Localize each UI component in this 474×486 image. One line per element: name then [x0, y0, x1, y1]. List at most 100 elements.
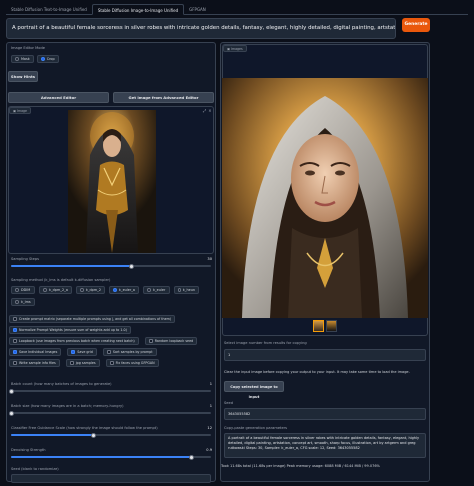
radio-dot-icon [15, 57, 19, 61]
save-grid-checkbox[interactable]: Save grid [67, 348, 97, 356]
sorceress-input-picture [68, 110, 156, 253]
sampler-label: k_dpm_2_a [49, 288, 68, 292]
tab-img2img[interactable]: Stable Diffusion Image-to-Image Unified [91, 4, 185, 15]
checkbox-label: Loopback (use images from previous batch… [19, 339, 135, 343]
checkbox-box [13, 317, 17, 321]
checkbox-box [69, 361, 74, 365]
checkbox-label: Normalize Prompt Weights (ensure sum of … [19, 328, 127, 332]
show-hints-button[interactable]: Show Hints [8, 71, 38, 82]
denoising-thumb[interactable] [188, 454, 194, 460]
sampling-steps-fill [11, 265, 131, 267]
select-image-input[interactable]: 1 [224, 349, 426, 361]
clear-note: Clear the input image before copying you… [224, 370, 410, 374]
checkbox-box [109, 361, 114, 365]
sampling-steps-value[interactable]: 30 [196, 257, 212, 261]
seed-output[interactable]: 3643055582 [224, 408, 426, 420]
sampler-k-dpm-2-a[interactable]: k_dpm_2_a [39, 286, 72, 294]
checkbox-label: Write sample info files [19, 361, 56, 365]
output-image[interactable] [222, 78, 428, 318]
thumbnail-2[interactable] [326, 320, 337, 332]
sampler-label: k_euler [153, 288, 166, 292]
cfg-scale-label: Classifier Free Guidance Scale (how stro… [11, 426, 158, 430]
mode-crop-label: Crop [46, 57, 55, 61]
jpg-samples-checkbox[interactable]: jpg samples [65, 359, 100, 367]
gfpgan-checkbox[interactable]: Fix faces using GFPGAN [105, 359, 159, 367]
sampler-k-heun[interactable]: k_heun [174, 286, 199, 294]
denoising-slider[interactable] [11, 454, 211, 460]
image-panel-tools: ⤢ × [203, 108, 212, 113]
editor-mode-label: Image Editor Mode [11, 46, 45, 50]
loopback-checkbox[interactable]: Loopback (use images from previous batch… [9, 337, 139, 345]
seed-input[interactable] [11, 474, 211, 483]
cfg-scale-value[interactable]: 12 [196, 426, 212, 430]
gallery-thumbnails [313, 320, 337, 332]
close-icon[interactable]: × [208, 108, 211, 113]
checkbox-label: Save Individual Images [19, 350, 58, 354]
advanced-editor-button[interactable]: Advanced Editor [8, 92, 109, 103]
prompt-matrix-checkbox[interactable]: Create prompt matrix (separate multiple … [9, 315, 176, 323]
checkbox-label: Sort samples by prompt [112, 350, 153, 354]
batch-count-value[interactable]: 1 [196, 382, 212, 386]
expand-icon[interactable]: ⤢ [203, 108, 206, 113]
batch-count-thumb[interactable] [9, 388, 14, 394]
cfg-scale-slider[interactable] [11, 432, 211, 438]
copy-selected-button[interactable]: Copy selected image to input [224, 381, 284, 399]
seed-output-label: Seed [224, 401, 233, 405]
editor-mode-options: Mask Crop [11, 55, 59, 63]
mode-mask-label: Mask [21, 57, 30, 61]
random-loopback-seed-checkbox[interactable]: Random loopback seed [144, 337, 198, 345]
sampler-k-dpm-2[interactable]: k_dpm_2 [76, 286, 105, 294]
sampler-label: k_lms [21, 300, 31, 304]
radio-dot-icon [15, 288, 19, 292]
normalize-weights-checkbox[interactable]: Normalize Prompt Weights (ensure sum of … [9, 326, 131, 334]
mode-crop-radio[interactable]: Crop [36, 55, 59, 63]
radio-dot-icon [80, 288, 84, 292]
cfg-scale-thumb[interactable] [90, 432, 96, 438]
denoising-value[interactable]: 0.9 [196, 448, 212, 452]
batch-size-thumb[interactable] [9, 410, 14, 416]
sort-by-prompt-checkbox[interactable]: Sort samples by prompt [102, 348, 157, 356]
batch-size-slider[interactable] [9, 410, 211, 416]
sampler-ddim[interactable]: DDIM [11, 286, 35, 294]
checkbox-box [13, 339, 17, 343]
checkbox-label: jpg samples [75, 361, 96, 365]
radio-dot-icon [40, 57, 45, 61]
checkbox-box [13, 328, 17, 332]
tab-txt2img[interactable]: Stable Diffusion Text-to-Image Unified [6, 4, 92, 15]
image-panel-badge: ▣ Image [9, 107, 32, 114]
batch-count-slider[interactable] [9, 388, 211, 394]
batch-count-label: Batch count (how many batches of images … [11, 382, 112, 386]
denoising-label: Denoising Strength [11, 448, 46, 452]
generate-button[interactable]: Generate [402, 18, 430, 32]
sampler-k-lms[interactable]: k_lms [11, 298, 35, 306]
image-panel-label: Image [17, 109, 28, 113]
tab-gfpgan[interactable]: GFPGAN [184, 4, 211, 15]
sampler-label: k_heun [182, 288, 195, 292]
radio-dot-icon [147, 288, 151, 292]
prompt-input[interactable]: A portrait of a beautiful female sorcere… [6, 18, 396, 39]
sampler-label: DDIM [21, 288, 31, 292]
sampler-k-euler[interactable]: k_euler [143, 286, 170, 294]
checkbox-label: Random loopback seed [154, 339, 194, 343]
radio-dot-icon [15, 300, 19, 304]
checkbox-box [148, 339, 153, 343]
batch-size-value[interactable]: 1 [196, 404, 212, 408]
checkbox-label: Create prompt matrix (separate multiple … [19, 317, 172, 321]
seed-input-label: Seed (blank to randomize) [11, 467, 59, 471]
checkbox-box [71, 350, 76, 354]
sampler-k-euler-a[interactable]: k_euler_a [109, 286, 139, 294]
thumbnail-1[interactable] [313, 320, 324, 332]
options-group: Create prompt matrix (separate multiple … [9, 315, 213, 367]
sampling-method-options: DDIM k_dpm_2_a k_dpm_2 k_euler_a k_euler… [11, 286, 211, 306]
checkbox-label: Fix faces using GFPGAN [115, 361, 155, 365]
save-individual-checkbox[interactable]: Save Individual Images [9, 348, 62, 356]
sampling-steps-thumb[interactable] [128, 263, 134, 269]
checkbox-label: Save grid [77, 350, 93, 354]
write-info-checkbox[interactable]: Write sample info files [9, 359, 60, 367]
sampling-steps-slider[interactable] [11, 263, 211, 269]
mode-mask-radio[interactable]: Mask [11, 55, 34, 63]
get-from-advanced-button[interactable]: Get Image from Advanced Editor [113, 92, 214, 103]
sampling-method-label: Sampling method (k_lms is default k-diff… [11, 278, 111, 282]
batch-size-label: Batch size (how many images are in a bat… [11, 404, 124, 408]
copy-paste-output[interactable]: A portrait of a beautiful female sorcere… [224, 433, 426, 458]
